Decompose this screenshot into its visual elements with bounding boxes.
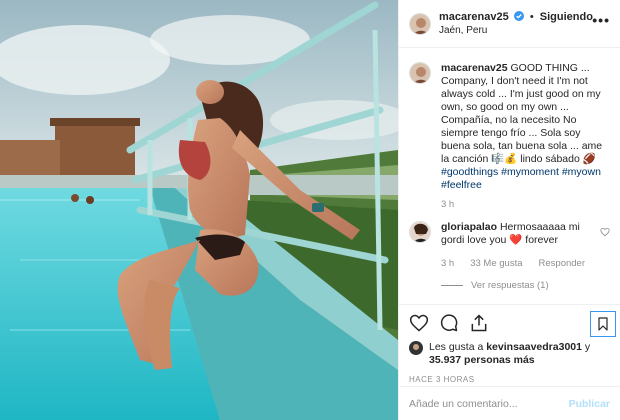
header-text: macarenav25 • Siguiendo Jaén, Peru [439,10,593,38]
likes-count[interactable]: 35.937 personas más [429,354,535,366]
comment-heart-icon[interactable] [600,227,610,237]
post-image [0,0,398,420]
post-timestamp: HACE 3 HORAS [409,375,475,384]
likes-summary: Les gusta a kevinsaavedra3001 y 35.937 p… [409,341,610,367]
caption-hashtags[interactable]: #goodthings #mymoment #myown #feelfree [441,166,601,191]
view-replies-label[interactable]: Ver respuestas (1) [471,280,549,291]
publish-button[interactable]: Publicar [569,398,610,410]
comment-username[interactable]: gloriapalao [441,221,497,233]
separator-dot: • [529,10,534,23]
post-header: macarenav25 • Siguiendo Jaén, Peru ••• [399,0,620,48]
likes-prefix: Les gusta a [429,341,484,353]
more-icon[interactable]: ••• [592,12,610,28]
comments-section[interactable]: macarenav25 GOOD THING ... Company, I do… [399,56,620,304]
likes-connector: y [584,341,591,353]
heart-icon[interactable] [409,313,439,336]
verified-icon [513,10,524,21]
post-panel: macarenav25 • Siguiendo Jaén, Peru ••• m… [398,0,620,420]
share-icon[interactable] [469,313,499,336]
comment-avatar[interactable] [409,221,431,243]
caption-avatar[interactable] [409,62,431,84]
liker-username[interactable]: kevinsaavedra3001 [486,341,582,353]
view-replies[interactable]: Ver respuestas (1) [441,280,610,291]
reply-button[interactable]: Responder [539,257,585,270]
post-photo[interactable] [0,0,398,420]
caption-username[interactable]: macarenav25 [441,62,508,74]
username-link[interactable]: macarenav25 [439,11,509,23]
avatar[interactable] [409,12,431,35]
bookmark-icon[interactable] [590,311,616,337]
caption: macarenav25 GOOD THING ... Company, I do… [409,62,610,211]
comment-time: 3 h [441,258,455,269]
location-link[interactable]: Jaén, Peru [439,24,593,38]
caption-text: GOOD THING ... Company, I don't need it … [441,62,603,165]
actions-bar: Les gusta a kevinsaavedra3001 y 35.937 p… [399,304,620,384]
following-button[interactable]: Siguiendo [540,11,593,23]
comment-icon[interactable] [439,313,469,336]
comment-item: gloriapalao Hermosaaaaa mi gordi love yo… [409,221,610,270]
comment-likes[interactable]: 33 Me gusta [470,257,522,270]
add-comment-bar: Publicar [399,386,620,420]
comment-input[interactable] [409,397,569,410]
liker-avatar[interactable] [409,341,423,355]
caption-time: 3 h [441,199,455,210]
